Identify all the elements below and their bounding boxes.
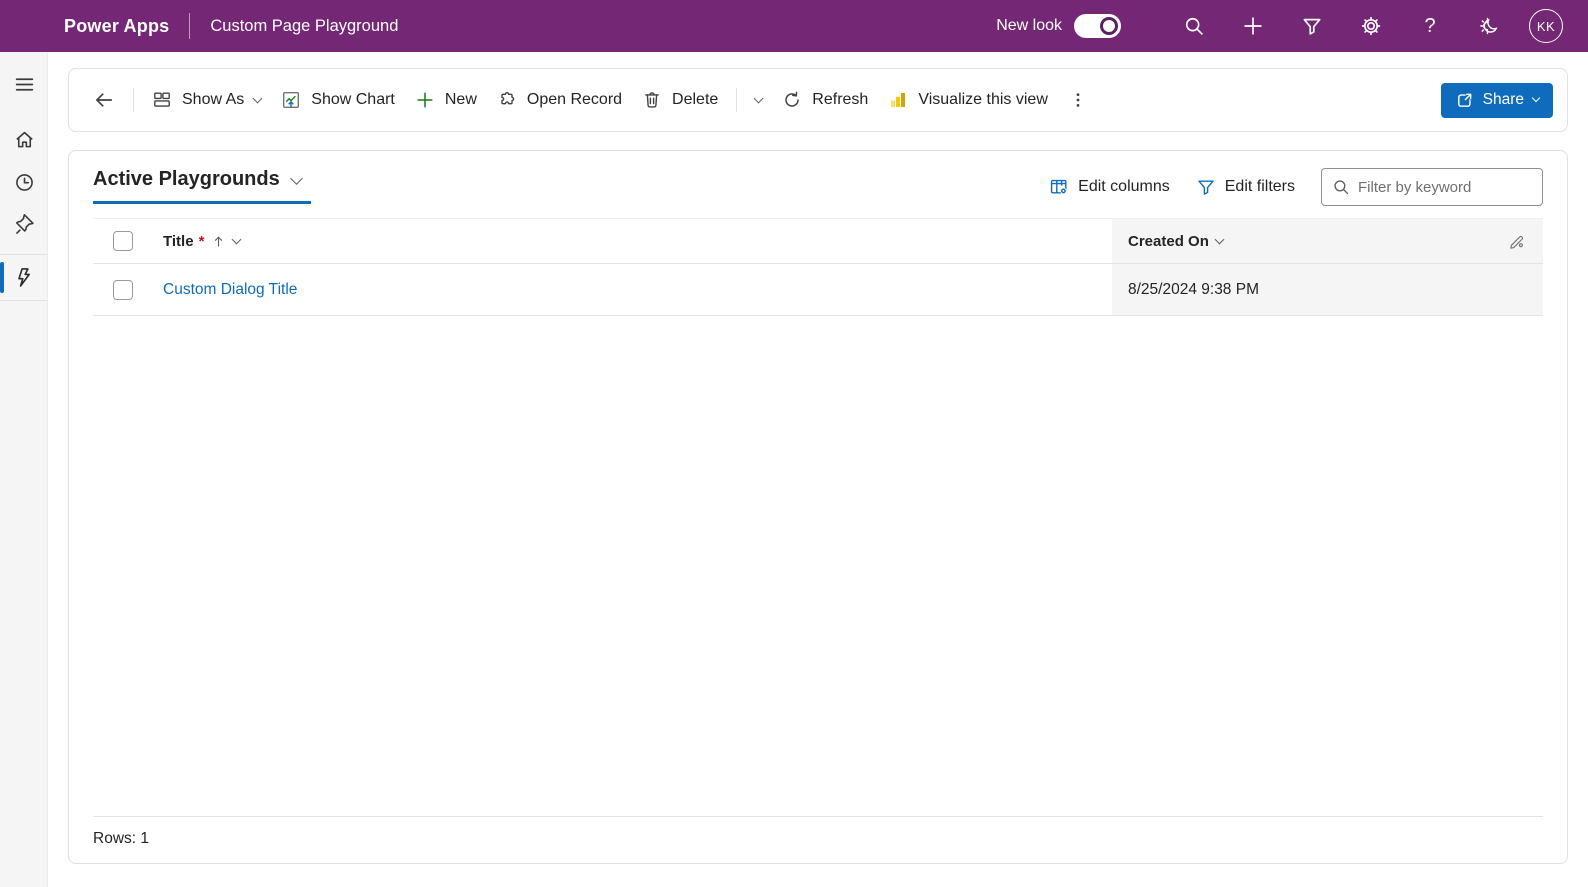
command-divider	[736, 88, 738, 112]
row-title-cell: Custom Dialog Title	[143, 264, 1112, 315]
grid-header-row: Title * Created On	[93, 218, 1543, 264]
filter-icon[interactable]	[1300, 14, 1324, 38]
open-record-icon	[501, 92, 515, 105]
edit-filters-icon	[1198, 180, 1214, 195]
row-created-on-cell: 8/25/2024 9:38 PM	[1112, 264, 1543, 315]
header-divider	[189, 13, 191, 39]
record-link[interactable]: Custom Dialog Title	[163, 281, 297, 299]
chevron-down-icon	[753, 93, 764, 103]
refresh-icon	[785, 91, 800, 107]
chevron-down-icon	[231, 234, 242, 244]
new-look-control: New look	[996, 14, 1121, 38]
refresh-button[interactable]: Refresh	[772, 83, 878, 117]
open-record-label: Open Record	[526, 91, 623, 108]
created-on-value: 8/25/2024 9:38 PM	[1128, 280, 1259, 298]
command-bar: Show As Show Chart New Open Record Delet…	[68, 68, 1568, 132]
add-icon[interactable]	[1241, 14, 1265, 38]
power-apps-window: Power Apps Custom Page Playground New lo…	[0, 0, 1588, 887]
keyword-search-icon	[1334, 180, 1349, 195]
chevron-down-icon	[252, 93, 263, 103]
new-icon	[417, 92, 433, 108]
visualize-view-label: Visualize this view	[918, 91, 1048, 108]
sidebar-item-pinned[interactable]	[0, 204, 48, 247]
more-icon	[1076, 93, 1080, 107]
row-checkbox[interactable]	[113, 279, 133, 300]
refresh-label: Refresh	[812, 91, 869, 108]
required-marker: *	[198, 232, 205, 250]
share-icon	[1457, 93, 1472, 107]
title-column-header[interactable]: Title *	[143, 219, 1112, 263]
view-header: Active Playgrounds Edit columns Edit fil…	[69, 151, 1567, 206]
edit-columns-button[interactable]: Edit columns	[1049, 177, 1170, 197]
show-as-icon	[154, 92, 170, 107]
rows-count: Rows: 1	[93, 830, 149, 847]
avatar[interactable]: KK	[1529, 9, 1563, 43]
app-header: Power Apps Custom Page Playground New lo…	[0, 0, 1588, 52]
grid-empty-space	[69, 316, 1567, 816]
chevron-down-icon	[1214, 234, 1225, 244]
selected-indicator	[0, 262, 4, 293]
new-look-toggle[interactable]	[1074, 14, 1121, 38]
show-as-label: Show As	[182, 91, 245, 108]
delete-icon	[645, 92, 659, 108]
toggle-knob	[1100, 17, 1118, 35]
filter-keyword-box	[1321, 168, 1543, 206]
chevron-down-icon	[1531, 93, 1541, 103]
edit-columns-label: Edit columns	[1078, 178, 1170, 195]
row-select-cell	[93, 264, 143, 315]
select-all-cell	[93, 219, 143, 263]
select-all-checkbox[interactable]	[113, 231, 133, 251]
sidebar-item-home[interactable]	[0, 118, 48, 161]
back-button[interactable]	[83, 82, 125, 118]
delete-label: Delete	[672, 91, 719, 108]
theme-icon[interactable]	[1477, 14, 1501, 38]
command-divider	[133, 88, 134, 112]
edit-column-icon[interactable]	[1508, 232, 1527, 251]
main-content: Show As Show Chart New Open Record Delet…	[48, 52, 1588, 887]
search-icon[interactable]	[1182, 14, 1206, 38]
share-label: Share	[1482, 91, 1524, 108]
overflow-chevron-button[interactable]	[745, 92, 772, 109]
app-title: Custom Page Playground	[210, 16, 399, 35]
created-on-column-label: Created On	[1128, 232, 1209, 250]
menu-icon[interactable]	[0, 64, 48, 104]
show-as-button[interactable]: Show As	[142, 83, 271, 117]
new-button[interactable]: New	[405, 83, 487, 117]
delete-button[interactable]: Delete	[632, 83, 728, 117]
site-navigation	[0, 52, 48, 887]
brand[interactable]: Power Apps	[64, 16, 169, 37]
share-button[interactable]: Share	[1440, 82, 1553, 118]
view-title: Active Playgrounds	[93, 168, 280, 190]
edit-columns-icon	[1051, 179, 1067, 195]
edit-filters-button[interactable]: Edit filters	[1196, 177, 1295, 197]
question-mark: ?	[1424, 14, 1436, 37]
sidebar-selected-group	[0, 254, 47, 301]
new-look-label: New look	[996, 17, 1062, 34]
avatar-initials: KK	[1536, 18, 1556, 34]
chevron-down-icon	[289, 171, 303, 185]
settings-icon[interactable]	[1359, 14, 1383, 38]
edit-filters-label: Edit filters	[1224, 178, 1295, 195]
sidebar-item-recent[interactable]	[0, 161, 48, 204]
filter-keyword-input[interactable]	[1358, 178, 1532, 196]
records-grid: Title * Created On Custom Dialog Title 8…	[93, 218, 1543, 316]
created-on-column-header[interactable]: Created On	[1112, 219, 1543, 263]
visualize-icon	[891, 93, 906, 107]
open-record-button[interactable]: Open Record	[487, 83, 632, 117]
table-row: Custom Dialog Title 8/25/2024 9:38 PM	[93, 264, 1543, 316]
sort-ascending-icon	[215, 236, 223, 247]
visualize-view-button[interactable]: Visualize this view	[878, 83, 1058, 117]
view-panel: Active Playgrounds Edit columns Edit fil…	[68, 150, 1568, 864]
new-label: New	[444, 91, 477, 108]
grid-footer: Rows: 1	[93, 816, 1543, 863]
more-commands-button[interactable]	[1058, 83, 1098, 117]
view-selector[interactable]: Active Playgrounds	[93, 166, 311, 204]
help-icon[interactable]: ?	[1418, 14, 1442, 38]
show-chart-label: Show Chart	[311, 91, 395, 108]
view-tools: Edit columns Edit filters	[1049, 166, 1543, 206]
sidebar-item-playgrounds[interactable]	[0, 256, 48, 299]
show-chart-button[interactable]: Show Chart	[271, 83, 405, 117]
title-column-label: Title	[163, 232, 194, 250]
show-chart-icon	[283, 92, 300, 109]
